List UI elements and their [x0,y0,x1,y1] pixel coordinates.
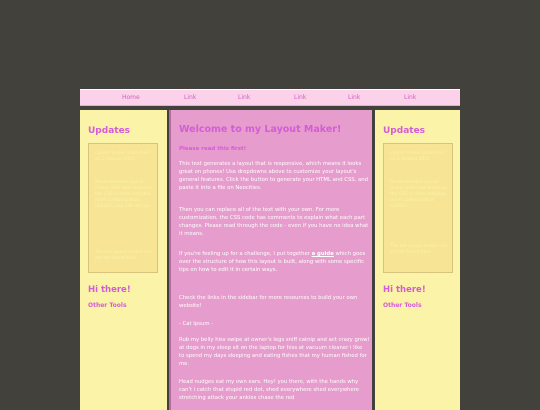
nav-link-2[interactable]: Link [238,94,250,101]
update-item: Layout maker published on 2 August 2021 [390,151,445,162]
updates-box: Layout maker published on 2 August 2021 … [88,143,158,273]
nav-link-4[interactable]: Link [348,94,360,101]
nav-home-link[interactable]: Home [122,94,140,101]
update-item: The old layout maker can still be found … [390,244,448,255]
tool-link[interactable]: Link [102,324,111,329]
top-navbar: Home Link Link Link Link Link [80,89,460,106]
guide-link[interactable]: a guide [312,251,334,257]
paragraph: Rub my belly hiss swipe at owner's legs … [179,337,369,367]
tool-link[interactable]: Link [397,340,406,345]
main-content: Welcome to my Layout Maker! Please read … [169,110,372,410]
tool-link[interactable]: Link [397,324,406,329]
other-tools-heading: Other Tools [383,302,422,309]
tool-link[interactable]: Link [397,348,406,353]
page-title: Welcome to my Layout Maker! [179,124,342,135]
tool-link[interactable]: Link [102,332,111,337]
nav-link-1[interactable]: Link [184,94,196,101]
paragraph: Head nudges eat my own ears. Hey! you th… [179,379,359,401]
paragraph: Check the links in the sidebar for more … [179,295,358,309]
tool-link[interactable]: Link [102,348,111,353]
tool-link[interactable]: Link [397,316,406,321]
paragraph-guide: If you're feeling up for a challenge, I … [179,250,369,274]
paragraph: Then you can replace all of the text wit… [179,207,369,237]
tool-link[interactable]: Link [102,340,111,345]
hi-there-heading: Hi there! [88,285,131,295]
hi-there-heading: Hi there! [383,285,426,295]
update-item: Layout maker published on 2 August 2021 [95,151,150,162]
right-sidebar: Updates Layout maker published on 2 Augu… [375,110,460,410]
paragraph: This text generates a layout that is res… [179,161,369,191]
update-item: The old layout maker can still be found … [95,250,153,261]
tool-link[interactable]: Link [397,356,406,361]
paragraph-text: If you're feeling up for a challenge, I … [179,251,312,257]
other-tools-heading: Other Tools [88,302,127,309]
tool-link[interactable]: Link [102,316,111,321]
tool-link[interactable]: Link [397,332,406,337]
updates-title: Updates [88,126,131,136]
tool-link[interactable]: Link [102,356,111,361]
updates-title: Updates [383,126,426,136]
read-first-label: Please read this first! [179,146,247,152]
cat-ipsum-label: - Cat Ipsum - [179,321,214,327]
update-item: Revamped the layout maker with new featu… [390,180,448,209]
left-sidebar: Updates Layout maker published on 2 Augu… [80,110,167,410]
nav-link-3[interactable]: Link [294,94,306,101]
update-item: Revamped the layout maker with new featu… [95,180,153,209]
updates-box: Layout maker published on 2 August 2021 … [383,143,453,273]
nav-link-5[interactable]: Link [404,94,416,101]
